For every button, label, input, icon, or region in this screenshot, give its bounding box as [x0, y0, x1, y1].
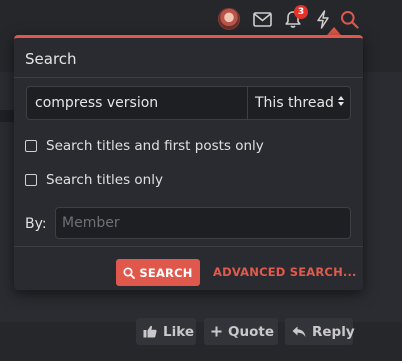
search-button[interactable]: SEARCH	[116, 259, 200, 286]
reply-button[interactable]: Reply	[285, 318, 355, 345]
popup-caret	[327, 27, 341, 35]
titles-only-checkbox[interactable]	[25, 174, 37, 186]
thumbs-up-icon	[143, 325, 157, 338]
search-input[interactable]	[27, 87, 247, 119]
like-button[interactable]: Like	[136, 318, 196, 345]
search-row: This thread	[26, 86, 351, 120]
member-input[interactable]	[55, 207, 351, 239]
like-label: Like	[163, 323, 195, 340]
by-label: By:	[25, 216, 47, 232]
page: 3 Search This thread	[0, 0, 402, 361]
envelope-icon[interactable]	[249, 6, 275, 32]
bell-icon[interactable]: 3	[280, 5, 308, 32]
avatar-image	[218, 8, 240, 30]
advanced-search-link[interactable]: ADVANCED SEARCH...	[213, 265, 357, 279]
user-avatar[interactable]	[216, 6, 242, 32]
titles-first-posts-label: Search titles and first posts only	[46, 138, 264, 154]
search-popup: Search This thread Search titles and fir…	[14, 35, 363, 290]
reply-icon	[292, 326, 306, 338]
quote-button[interactable]: Quote	[204, 318, 278, 345]
alerts-count-badge: 3	[294, 5, 308, 19]
divider	[14, 246, 363, 247]
titles-first-posts-checkbox[interactable]	[25, 140, 37, 152]
scope-select[interactable]: This thread	[247, 87, 350, 119]
plus-icon	[211, 326, 222, 337]
titles-only-label: Search titles only	[46, 172, 163, 188]
select-arrows-icon	[338, 96, 344, 106]
search-icon	[123, 266, 136, 279]
titles-only-option[interactable]: Search titles only	[25, 172, 163, 188]
popup-title: Search	[25, 50, 77, 68]
quote-label: Quote	[228, 323, 274, 340]
reply-label: Reply	[312, 323, 355, 340]
scope-select-value: This thread	[255, 95, 334, 111]
search-button-label: SEARCH	[139, 265, 193, 280]
titles-first-posts-option[interactable]: Search titles and first posts only	[25, 138, 264, 154]
divider	[14, 77, 363, 78]
